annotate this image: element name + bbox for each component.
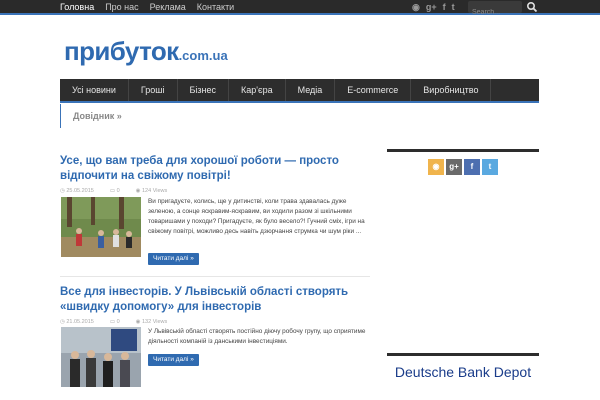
rss-icon[interactable]: ◉ bbox=[412, 1, 420, 14]
post-meta: ◷ 25.05.2015 ▭ 0 ◉ 124 Views bbox=[60, 187, 370, 195]
read-more-button[interactable]: Читати далі » bbox=[148, 253, 199, 265]
nav-ecommerce[interactable]: E-commerce bbox=[335, 79, 412, 101]
post-views-value: 124 Views bbox=[141, 188, 168, 194]
read-more-button[interactable]: Читати далі » bbox=[148, 354, 199, 366]
twitter-icon[interactable]: t bbox=[482, 159, 498, 175]
post-thumbnail[interactable] bbox=[61, 197, 141, 257]
logo-main-text: прибуток bbox=[64, 36, 179, 66]
post-item: Все для інвесторів. У Львівській області… bbox=[60, 285, 370, 400]
top-nav-home[interactable]: Головна bbox=[60, 0, 94, 15]
facebook-icon[interactable]: f bbox=[464, 159, 480, 175]
post-item: Усе, що вам треба для хорошої роботи — п… bbox=[60, 154, 370, 274]
nav-all-news[interactable]: Усі новини bbox=[60, 79, 129, 101]
post-title[interactable]: Усе, що вам треба для хорошої роботи — п… bbox=[60, 154, 370, 184]
top-nav-contacts[interactable]: Контакти bbox=[197, 0, 234, 15]
rss-icon[interactable]: ◉ bbox=[428, 159, 444, 175]
site-logo[interactable]: прибуток.com.ua bbox=[64, 36, 228, 67]
post-comments-value: 0 bbox=[116, 188, 120, 194]
divider bbox=[60, 276, 370, 277]
top-nav: Головна Про нас Реклама Контакти bbox=[60, 0, 245, 15]
twitter-icon[interactable]: t bbox=[452, 1, 455, 14]
post-thumbnail[interactable] bbox=[61, 327, 141, 387]
post-excerpt: У Львівській області створять постійно д… bbox=[148, 328, 366, 345]
post-comments-value: 0 bbox=[116, 319, 120, 325]
nav-career[interactable]: Кар'єра bbox=[229, 79, 286, 101]
post-views: ◉ 124 Views bbox=[135, 188, 168, 194]
post-date-value: 21.05.2015 bbox=[66, 319, 94, 325]
nav-media[interactable]: Медіа bbox=[286, 79, 336, 101]
search-box bbox=[468, 1, 522, 19]
post-views: ◉ 132 Views bbox=[135, 319, 168, 325]
nav-directory[interactable]: Довідник » bbox=[61, 104, 539, 128]
nav-business[interactable]: Бізнес bbox=[178, 79, 230, 101]
ad-text: Deutsche Bank Depot bbox=[394, 364, 532, 380]
post-date: ◷ 21.05.2015 bbox=[60, 319, 94, 325]
post-date-value: 25.05.2015 bbox=[66, 188, 94, 194]
top-bar: Головна Про нас Реклама Контакти ◉ g+ f … bbox=[0, 0, 600, 19]
google-plus-icon[interactable]: g+ bbox=[446, 159, 462, 175]
top-social: ◉ g+ f t bbox=[412, 1, 461, 14]
post-comments[interactable]: ▭ 0 bbox=[110, 188, 128, 194]
top-nav-about[interactable]: Про нас bbox=[105, 0, 138, 15]
post-meta: ◷ 21.05.2015 ▭ 0 ◉ 132 Views bbox=[60, 318, 370, 326]
nav-production[interactable]: Виробництво bbox=[411, 79, 492, 101]
post-comments[interactable]: ▭ 0 bbox=[110, 319, 128, 325]
post-date: ◷ 25.05.2015 bbox=[60, 188, 94, 194]
nav-money[interactable]: Гроші bbox=[129, 79, 178, 101]
sidebar-social-row: ◉ g+ f t bbox=[387, 152, 539, 175]
sub-nav: Довідник » bbox=[60, 104, 539, 128]
google-plus-icon[interactable]: g+ bbox=[426, 1, 437, 14]
facebook-icon[interactable]: f bbox=[443, 1, 446, 14]
search-input[interactable] bbox=[468, 6, 522, 19]
search-icon[interactable] bbox=[526, 1, 538, 13]
post-views-value: 132 Views bbox=[141, 319, 168, 325]
sidebar-ad[interactable]: Deutsche Bank Depot bbox=[387, 353, 539, 400]
top-nav-ads[interactable]: Реклама bbox=[150, 0, 186, 15]
logo-domain-text: .com.ua bbox=[178, 48, 228, 63]
post-title[interactable]: Все для інвесторів. У Львівській області… bbox=[60, 285, 370, 315]
sidebar-social-widget: ◉ g+ f t bbox=[387, 149, 539, 189]
post-excerpt: Ви пригадуєте, колись, ще у дитинстві, к… bbox=[148, 198, 365, 235]
main-nav: Усі новини Гроші Бізнес Кар'єра Медіа E-… bbox=[60, 79, 539, 103]
